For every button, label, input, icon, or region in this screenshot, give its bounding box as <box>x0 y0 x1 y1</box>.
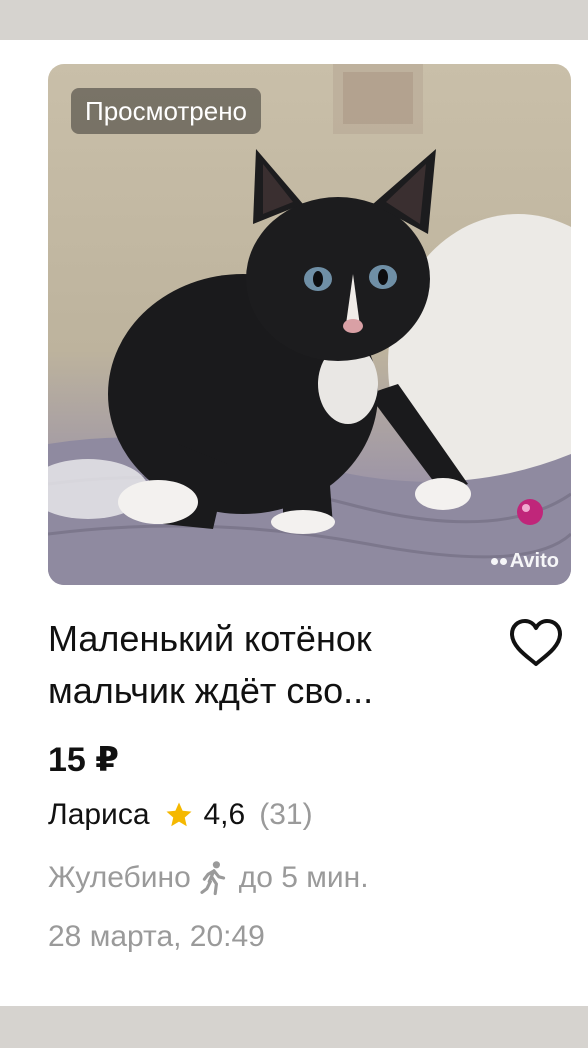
star-icon <box>166 802 191 827</box>
viewed-badge: Просмотрено <box>71 88 262 134</box>
listing-date: 28 марта, 20:49 <box>48 920 265 953</box>
listing-price: 15 ₽ <box>48 741 119 779</box>
location-row: Жулебино до 5 мин. <box>48 860 369 896</box>
avito-watermark: Avito <box>490 550 559 573</box>
location-area: Жулебино <box>48 861 191 894</box>
seller-rating: 4,6 <box>203 798 246 831</box>
walking-person-icon <box>200 861 225 896</box>
listing-photo[interactable]: Просмотрено Avito <box>48 64 571 585</box>
next-card-separator <box>0 1006 588 1048</box>
listing-title[interactable]: Маленький котёнок мальчик ждёт сво... <box>48 613 488 717</box>
kitten-photo <box>48 64 571 585</box>
walk-time: до 5 мин. <box>238 861 369 894</box>
avito-logo <box>490 558 507 565</box>
avito-watermark-text: Avito <box>509 550 559 572</box>
previous-card-separator <box>0 0 588 40</box>
heart-icon[interactable] <box>508 618 564 668</box>
seller-name[interactable]: Лариса <box>48 798 150 832</box>
seller-row[interactable]: Лариса 4,6 (31) <box>48 798 313 832</box>
listing-card[interactable]: Просмотрено Avito Маленький котёнок маль… <box>0 40 588 1006</box>
seller-reviews-count: (31) <box>259 798 313 831</box>
